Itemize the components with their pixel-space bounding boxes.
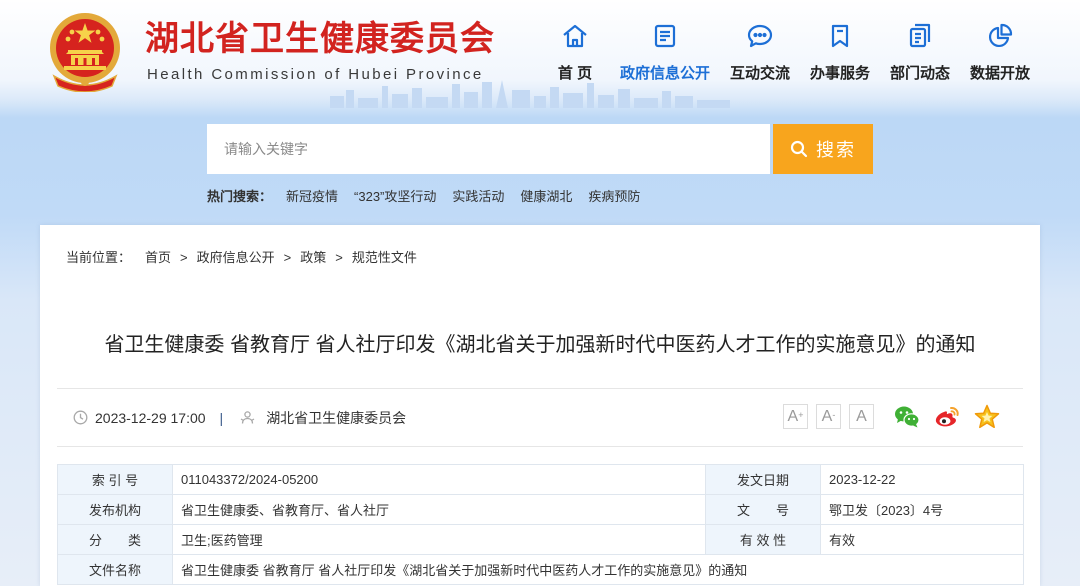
search-button[interactable]: 搜索 [773, 124, 873, 174]
search-icon [790, 140, 808, 158]
search-input[interactable] [207, 124, 770, 174]
breadcrumb-home[interactable]: 首页 [145, 249, 171, 267]
document-list-icon [654, 24, 676, 48]
home-icon [563, 24, 587, 48]
issue-date-label: 发文日期 [705, 464, 821, 495]
breadcrumb-separator: > [335, 250, 343, 265]
document-number-label: 文 号 [705, 494, 821, 525]
clock-icon [73, 410, 88, 425]
chat-bubble-icon [747, 24, 773, 48]
national-emblem-icon [50, 13, 120, 92]
pie-chart-icon [989, 23, 1013, 47]
hot-search-item[interactable]: “323”攻坚行动 [354, 186, 436, 205]
search-button-label: 搜索 [816, 140, 856, 160]
nav-department-news[interactable]: 部门动态 [875, 22, 965, 86]
index-number-value: 011043372/2024-05200 [172, 464, 706, 495]
font-increase-button[interactable]: A + [783, 404, 808, 429]
nav-label: 互动交流 [729, 65, 790, 82]
issue-date-value: 2023-12-22 [820, 464, 1024, 495]
document-number-value: 鄂卫发〔2023〕4号 [820, 494, 1024, 525]
table-row: 索 引 号 011043372/2024-05200 发文日期 2023-12-… [57, 464, 1024, 495]
hot-search-label: 热门搜索： [207, 188, 273, 204]
publisher-icon [240, 411, 255, 424]
document-name-label: 文件名称 [57, 554, 173, 585]
weibo-icon[interactable] [933, 403, 961, 431]
publish-date: 2023-12-29 17:00 [95, 409, 206, 426]
font-reset-button[interactable]: A [849, 404, 874, 429]
breadcrumb-separator: > [283, 250, 292, 265]
index-number-label: 索 引 号 [57, 464, 173, 495]
nav-government-info[interactable]: 政府信息公开 [620, 22, 710, 86]
breadcrumb: 当前位置： 首页 > 政府信息公开 > 政策 > 规范性文件 [66, 249, 417, 267]
breadcrumb-policy[interactable]: 政策 [300, 249, 326, 267]
nav-services[interactable]: 办事服务 [795, 22, 885, 86]
publisher-name: 湖北省卫生健康委员会 [266, 409, 407, 426]
hot-search-item[interactable]: 疾病预防 [588, 186, 640, 205]
breadcrumb-label: 当前位置： [66, 250, 132, 265]
wechat-icon[interactable] [893, 403, 921, 431]
font-decrease-button[interactable]: A- [816, 404, 841, 429]
site-title: 湖北省卫生健康委员会 [145, 20, 495, 58]
nav-home[interactable]: 首 页 [530, 22, 620, 86]
breadcrumb-separator: > [180, 250, 188, 265]
nav-label: 政府信息公开 [620, 65, 711, 82]
nav-interaction[interactable]: 互动交流 [715, 22, 805, 86]
nav-label: 部门动态 [889, 65, 950, 82]
table-row: 文件名称 省卫生健康委 省教育厅 省人社厅印发《湖北省关于加强新时代中医药人才工… [57, 554, 1024, 585]
category-label: 分 类 [57, 524, 173, 555]
news-icon [909, 23, 931, 48]
article-meta: 2023-12-29 17:00 | 湖北省卫生健康委员会 [73, 405, 406, 430]
divider [57, 388, 1023, 389]
validity-label: 有 效 性 [705, 524, 821, 555]
hot-search-row: 热门搜索： 新冠疫情 “323”攻坚行动 实践活动 健康湖北 疾病预防 [207, 186, 656, 204]
breadcrumb-normative-docs[interactable]: 规范性文件 [352, 249, 417, 267]
bookmark-icon [831, 24, 849, 48]
meta-separator: | [219, 409, 224, 426]
font-button-letter: A [787, 407, 799, 425]
font-button-letter: A [856, 407, 867, 425]
nav-label: 办事服务 [809, 65, 870, 82]
issuing-body-label: 发布机构 [57, 494, 173, 525]
page: 湖北省卫生健康委员会 Health Commission of Hubei Pr… [0, 0, 1080, 586]
favorite-star-icon[interactable] [973, 403, 1001, 431]
breadcrumb-government-info[interactable]: 政府信息公开 [197, 249, 275, 267]
font-button-letter: A [821, 407, 833, 425]
validity-value: 有效 [820, 524, 1024, 555]
category-value: 卫生;医药管理 [172, 524, 706, 555]
issuing-body-value: 省卫生健康委、省教育厅、省人社厅 [172, 494, 706, 525]
document-name-value: 省卫生健康委 省教育厅 省人社厅印发《湖北省关于加强新时代中医药人才工作的实施意… [172, 554, 1024, 585]
document-info-table: 索 引 号 011043372/2024-05200 发文日期 2023-12-… [57, 464, 1024, 585]
article-title: 省卫生健康委 省教育厅 省人社厅印发《湖北省关于加强新时代中医药人才工作的实施意… [104, 334, 976, 356]
article-card: 当前位置： 首页 > 政府信息公开 > 政策 > 规范性文件 省卫生健康委 省教… [40, 225, 1040, 586]
divider [57, 446, 1023, 447]
share-bar [893, 403, 1013, 431]
hot-search-item[interactable]: 健康湖北 [520, 186, 572, 205]
hot-search-item[interactable]: 新冠疫情 [286, 186, 338, 205]
hot-search-item[interactable]: 实践活动 [452, 186, 504, 205]
nav-label: 首 页 [557, 65, 593, 82]
font-size-controls: A + A- A [783, 404, 882, 429]
nav-label: 数据开放 [969, 65, 1030, 82]
table-row: 发布机构 省卫生健康委、省教育厅、省人社厅 文 号 鄂卫发〔2023〕4号 [57, 494, 1024, 525]
nav-open-data[interactable]: 数据开放 [955, 22, 1045, 86]
table-row: 分 类 卫生;医药管理 有 效 性 有效 [57, 524, 1024, 555]
